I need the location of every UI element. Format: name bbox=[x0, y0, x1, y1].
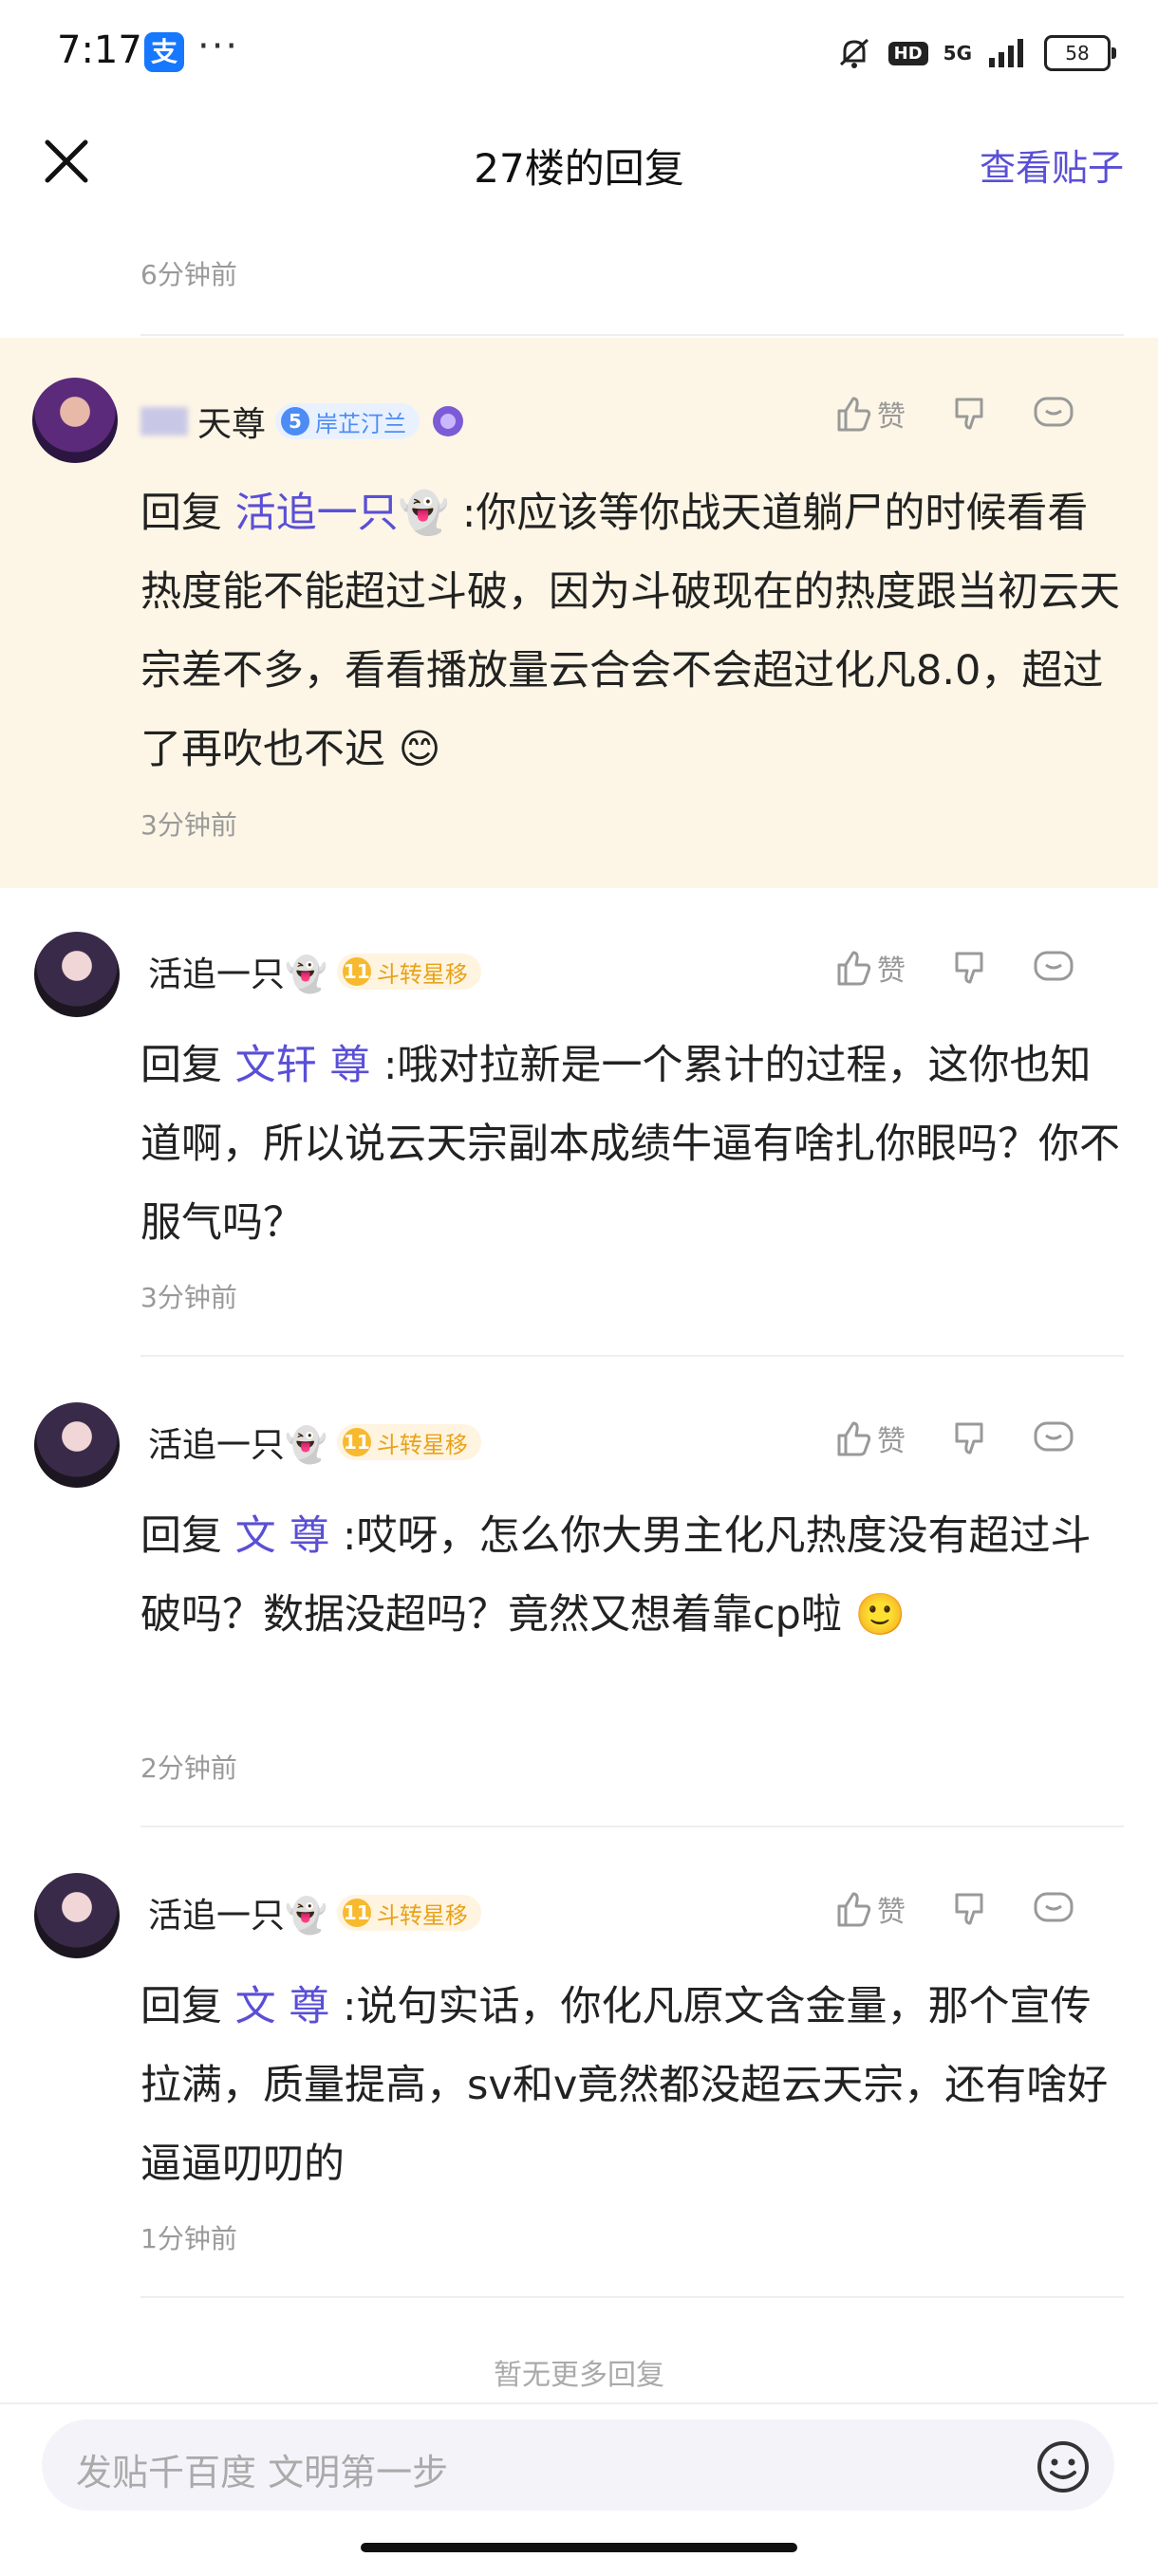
divider bbox=[140, 2296, 1124, 2298]
reply-body: 回复 文 尊 :说句实话，你化凡原文含金量，那个宣传拉满，质量提高，sv和v竟然… bbox=[140, 1968, 1128, 2204]
comment-icon[interactable] bbox=[1033, 394, 1074, 434]
reply-to-user[interactable]: 文轩 尊 bbox=[235, 1042, 371, 1089]
dislike-icon[interactable] bbox=[949, 394, 989, 434]
divider bbox=[140, 1355, 1124, 1357]
like-button[interactable]: 赞 bbox=[833, 1418, 906, 1459]
reply-body: 回复 活追一只👻 :你应该等你战天道躺尸的时候看看热度能不能超过斗破，因为斗破现… bbox=[140, 474, 1128, 789]
status-right: HD 5G 58 bbox=[835, 32, 1116, 74]
hd-icon: HD bbox=[887, 41, 928, 65]
reply-actions: 赞 bbox=[833, 1888, 1074, 1930]
status-bar: 7:17 支 ··· HD 5G 58 bbox=[0, 0, 1158, 104]
vip-icon bbox=[433, 406, 464, 436]
reply-actions: 赞 bbox=[833, 947, 1074, 989]
avatar[interactable] bbox=[32, 378, 118, 463]
reply-header: 活追一只👻 11 斗转星移 bbox=[148, 947, 481, 996]
like-button[interactable]: 赞 bbox=[833, 393, 906, 435]
no-more-replies: 暂无更多回复 bbox=[494, 2359, 664, 2392]
reply-prefix: 回复 bbox=[140, 1512, 222, 1560]
fan-badge: 5 岸芷汀兰 bbox=[275, 403, 420, 439]
thumbs-up-icon bbox=[837, 1421, 871, 1456]
badge-text: 斗转星移 bbox=[376, 1431, 468, 1458]
reply-header: 天尊 5 岸芷汀兰 bbox=[140, 397, 467, 446]
reply-header: 活追一只👻 11 斗转星移 bbox=[148, 1888, 481, 1937]
thumbs-up-icon bbox=[837, 951, 871, 986]
avatar[interactable] bbox=[34, 932, 120, 1017]
divider bbox=[140, 1825, 1124, 1827]
reply-prefix: 回复 bbox=[140, 490, 222, 537]
thumbs-up-icon bbox=[837, 1892, 871, 1927]
reply-input-placeholder: 发贴千百度 文明第一步 bbox=[76, 2452, 449, 2493]
emoji-icon[interactable] bbox=[1035, 2438, 1092, 2495]
view-post-link[interactable]: 查看贴子 bbox=[980, 139, 1124, 191]
reply-body: 回复 文轩 尊 :哦对拉新是一个累计的过程，这你也知道啊，所以说云天宗副本成绩牛… bbox=[140, 1027, 1128, 1263]
like-label: 赞 bbox=[877, 1425, 906, 1458]
like-label: 赞 bbox=[877, 954, 906, 988]
reply-to-user[interactable]: 文 尊 bbox=[235, 1983, 330, 2030]
prev-timestamp: 6分钟前 bbox=[140, 259, 237, 290]
reply-time: 2分钟前 bbox=[140, 1752, 237, 1784]
badge-level: 11 bbox=[342, 957, 371, 986]
badge-level: 11 bbox=[342, 1428, 371, 1456]
reply-to-user[interactable]: 活追一只👻 bbox=[235, 490, 450, 537]
signal-icon bbox=[989, 39, 1023, 67]
reply-actions: 赞 bbox=[833, 393, 1074, 435]
redacted-name-part bbox=[140, 407, 188, 436]
network-type: 5G bbox=[943, 42, 972, 65]
username[interactable]: 活追一只👻 bbox=[148, 1418, 327, 1467]
reply-time: 3分钟前 bbox=[140, 809, 237, 841]
username[interactable]: 天尊 bbox=[197, 397, 266, 446]
reply-actions: 赞 bbox=[833, 1418, 1074, 1459]
dislike-icon[interactable] bbox=[949, 1889, 989, 1929]
thumbs-up-icon bbox=[837, 397, 871, 432]
avatar[interactable] bbox=[34, 1873, 120, 1958]
badge-text: 斗转星移 bbox=[376, 960, 468, 988]
divider bbox=[140, 334, 1124, 336]
reply-time: 3分钟前 bbox=[140, 1282, 237, 1313]
comment-icon[interactable] bbox=[1033, 1418, 1074, 1458]
fan-badge: 11 斗转星移 bbox=[336, 954, 481, 990]
reply-time: 1分钟前 bbox=[140, 2223, 237, 2254]
home-indicator[interactable] bbox=[361, 2543, 797, 2552]
reply-to-user[interactable]: 文 尊 bbox=[235, 1512, 330, 1560]
username[interactable]: 活追一只👻 bbox=[148, 1888, 327, 1937]
reply-prefix: 回复 bbox=[140, 1042, 222, 1089]
more-notifications-icon: ··· bbox=[197, 25, 240, 68]
mute-bell-icon bbox=[839, 38, 868, 68]
like-label: 赞 bbox=[877, 1896, 906, 1929]
comment-icon[interactable] bbox=[1033, 948, 1074, 988]
like-label: 赞 bbox=[877, 400, 906, 434]
badge-text: 斗转星移 bbox=[376, 1901, 468, 1929]
comment-icon[interactable] bbox=[1033, 1889, 1074, 1929]
badge-text: 岸芷汀兰 bbox=[315, 410, 407, 437]
status-time: 7:17 bbox=[57, 28, 142, 72]
badge-level: 5 bbox=[281, 407, 310, 436]
battery-icon: 58 bbox=[1044, 35, 1116, 71]
username[interactable]: 活追一只👻 bbox=[148, 947, 327, 996]
alipay-icon: 支 bbox=[144, 32, 184, 72]
badge-level: 11 bbox=[342, 1899, 371, 1927]
like-button[interactable]: 赞 bbox=[833, 947, 906, 989]
fan-badge: 11 斗转星移 bbox=[336, 1424, 481, 1460]
avatar[interactable] bbox=[34, 1402, 120, 1488]
reply-body: 回复 文 尊 :哎呀，怎么你大男主化凡热度没有超过斗破吗？数据没超吗？竟然又想着… bbox=[140, 1497, 1128, 1655]
dislike-icon[interactable] bbox=[949, 1418, 989, 1458]
fan-badge: 11 斗转星移 bbox=[336, 1895, 481, 1931]
reply-header: 活追一只👻 11 斗转星移 bbox=[148, 1418, 481, 1467]
dislike-icon[interactable] bbox=[949, 948, 989, 988]
like-button[interactable]: 赞 bbox=[833, 1888, 906, 1930]
reply-prefix: 回复 bbox=[140, 1983, 222, 2030]
